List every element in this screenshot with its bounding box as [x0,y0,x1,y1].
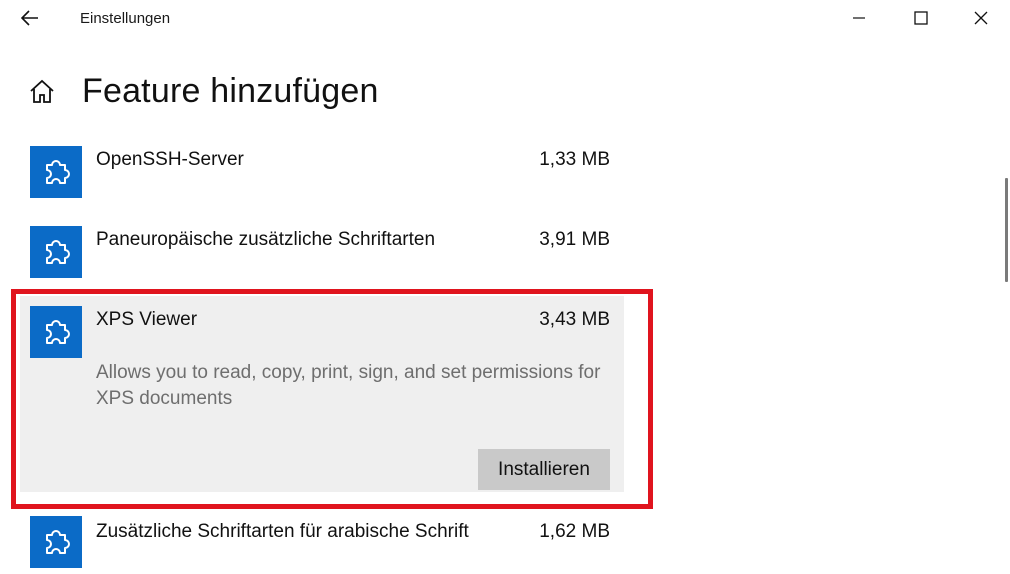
feature-size: 1,33 MB [539,149,610,170]
minimize-button[interactable] [836,0,882,36]
feature-item-arabic-fonts[interactable]: Zusätzliche Schriftarten für arabische S… [20,512,624,574]
puzzle-piece-icon [46,530,70,554]
window-title: Einstellungen [80,10,171,27]
feature-tile [30,226,82,278]
page-title: Feature hinzufügen [82,72,379,110]
back-button[interactable] [14,4,46,32]
scrollbar-thumb[interactable] [1005,178,1008,282]
maximize-button[interactable] [898,0,944,36]
highlight-frame [11,289,653,509]
maximize-icon [914,11,928,25]
close-icon [974,11,988,25]
home-icon [30,79,54,103]
title-bar: Einstellungen [0,0,1010,38]
feature-item-openssh-server[interactable]: OpenSSH-Server 1,33 MB [20,140,624,202]
minimize-icon [853,17,865,19]
back-arrow-icon [21,10,38,26]
feature-tile [30,146,82,198]
feature-name: Paneuropäische zusätzliche Schriftarten [96,229,436,250]
puzzle-piece-icon [46,160,70,184]
feature-item-paneuropean-fonts[interactable]: Paneuropäische zusätzliche Schriftarten … [20,220,624,282]
feature-size: 3,91 MB [539,229,610,250]
feature-size: 1,62 MB [539,521,610,542]
feature-name: OpenSSH-Server [96,149,244,170]
puzzle-piece-icon [46,240,70,264]
feature-name: Zusätzliche Schriftarten für arabische S… [96,521,469,542]
close-button[interactable] [958,0,1004,36]
feature-tile [30,516,82,568]
home-button[interactable] [28,78,56,106]
